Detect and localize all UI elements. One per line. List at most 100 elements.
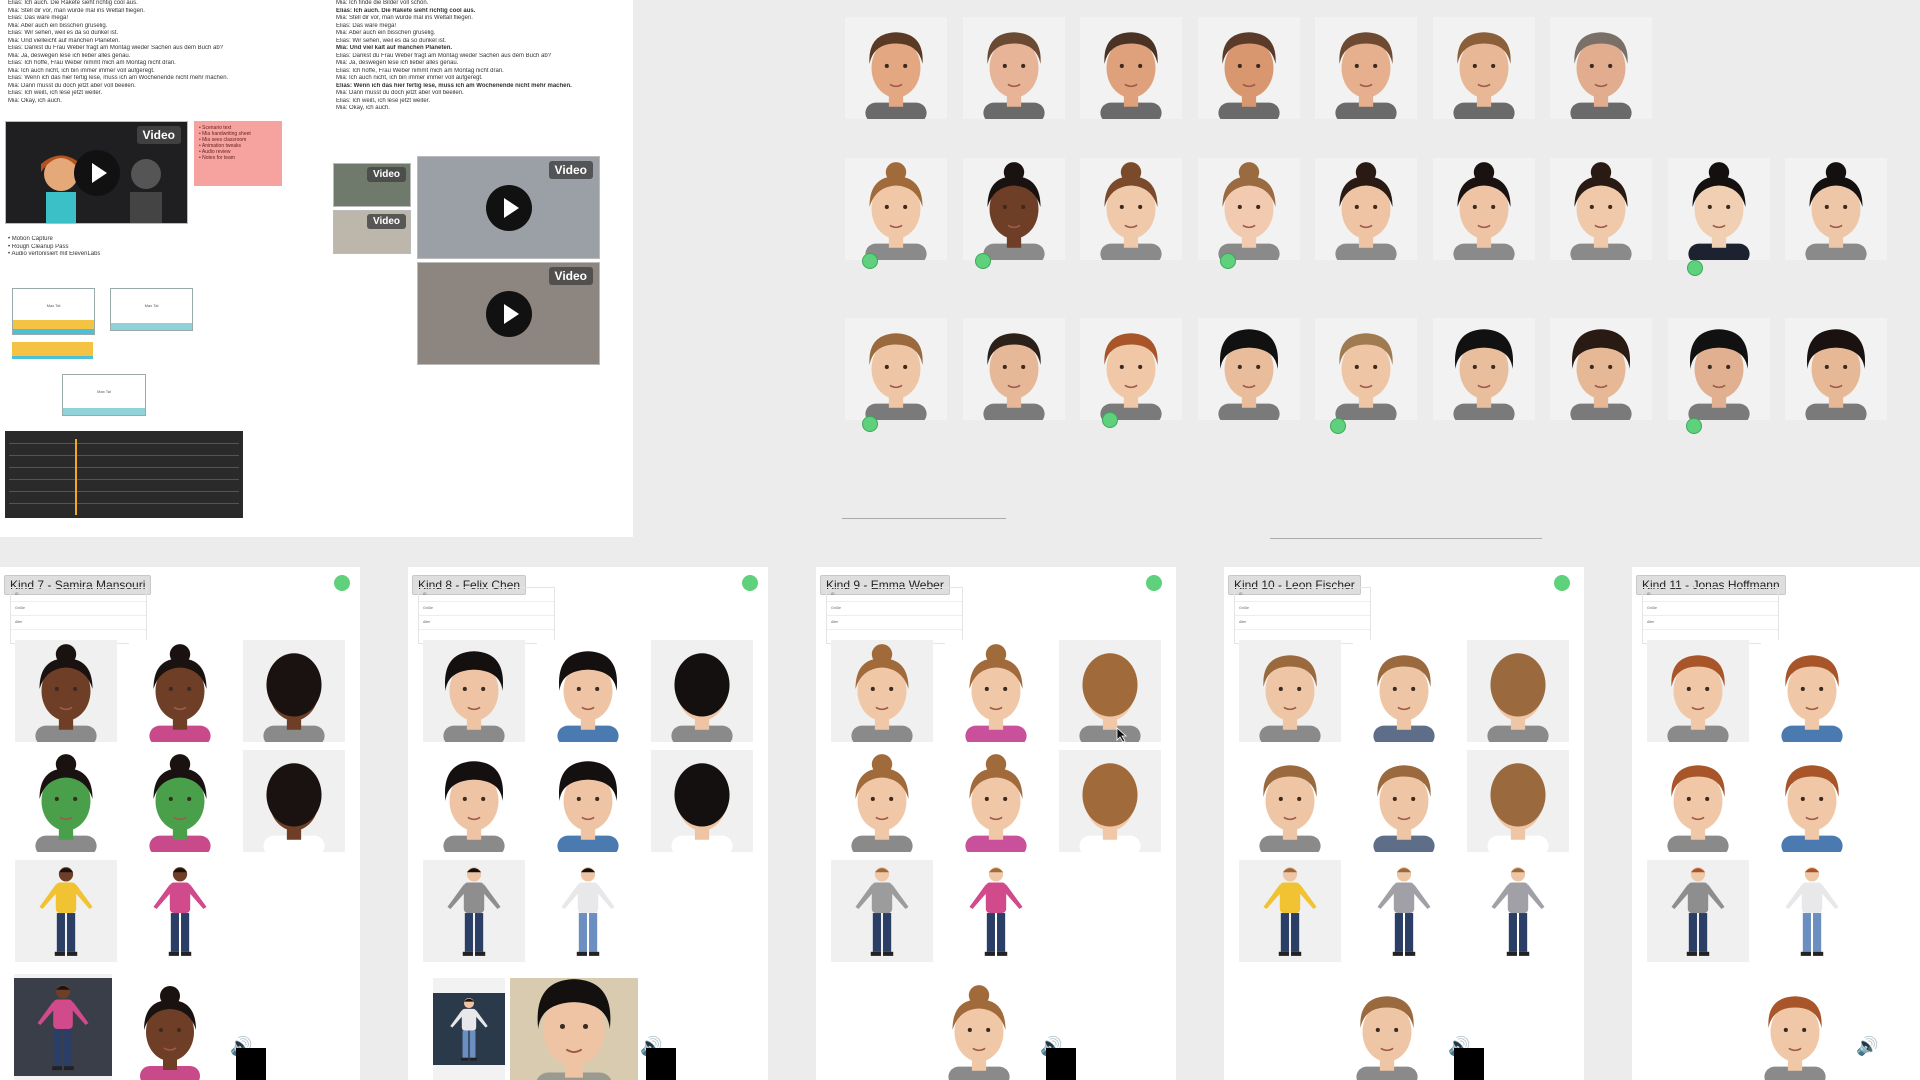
face-thumbnail[interactable] (845, 17, 947, 119)
status-dot-icon[interactable] (1687, 260, 1703, 276)
character-render-view[interactable] (1353, 640, 1455, 742)
face-thumbnail[interactable] (1080, 17, 1182, 119)
character-closeup[interactable] (1744, 984, 1846, 1080)
face-thumbnail[interactable] (1315, 17, 1417, 119)
face-thumbnail[interactable] (1667, 158, 1770, 260)
character-body-photo[interactable] (1647, 860, 1749, 962)
character-front-view[interactable] (423, 640, 525, 742)
video-small-2[interactable]: Video (333, 210, 411, 254)
character-scene-render[interactable] (14, 974, 112, 1080)
video-desk[interactable]: Video (417, 262, 600, 365)
face-thumbnail[interactable] (1197, 158, 1300, 260)
mini-window-1[interactable]: Max Tal (12, 288, 95, 335)
mini-window-3[interactable]: Max Tal (62, 374, 146, 416)
character-side-view[interactable] (831, 750, 933, 852)
face-thumbnail[interactable] (1315, 158, 1417, 260)
face-thumbnail[interactable] (1080, 318, 1182, 420)
character-front-view[interactable] (15, 640, 117, 742)
status-dot-icon[interactable] (862, 253, 878, 269)
status-dot-icon[interactable] (1330, 418, 1346, 434)
character-back-view[interactable] (651, 640, 753, 742)
playhead[interactable] (75, 439, 77, 515)
character-front-view[interactable] (1647, 640, 1749, 742)
face-thumbnail[interactable] (1197, 17, 1300, 119)
character-side-render[interactable] (129, 750, 231, 852)
play-icon[interactable] (73, 149, 120, 196)
character-body-render[interactable] (537, 860, 639, 962)
character-side-render[interactable] (1353, 750, 1455, 852)
character-body-render[interactable] (1761, 860, 1863, 962)
video-small-1[interactable]: Video (333, 163, 411, 207)
character-closeup[interactable] (120, 984, 220, 1080)
status-dot-icon[interactable] (975, 253, 991, 269)
face-thumbnail[interactable] (1785, 318, 1887, 420)
character-side-view[interactable] (1647, 750, 1749, 852)
sticky-note[interactable]: • Scenario text • Mia handwriting sheet • … (194, 121, 282, 186)
character-body-photo[interactable] (15, 860, 117, 962)
character-top-view[interactable] (651, 750, 753, 852)
speaker-icon[interactable]: 🔊 (1856, 1036, 1878, 1057)
character-body-render[interactable] (129, 860, 231, 962)
character-scene-render[interactable] (433, 978, 505, 1080)
face-thumbnail[interactable] (962, 158, 1065, 260)
play-icon[interactable] (485, 184, 532, 231)
character-side-render[interactable] (537, 750, 639, 852)
status-dot-icon[interactable] (862, 416, 878, 432)
character-back-view[interactable] (1059, 640, 1161, 742)
character-body-render[interactable] (1353, 860, 1455, 962)
character-side-render[interactable] (945, 750, 1047, 852)
face-thumbnail[interactable] (1550, 17, 1652, 119)
mini-window-2[interactable]: Max Tal (110, 288, 193, 331)
face-thumbnail[interactable] (845, 158, 947, 260)
audio-player-block[interactable] (236, 1048, 266, 1080)
character-body-photo[interactable] (831, 860, 933, 962)
face-thumbnail[interactable] (1667, 318, 1770, 420)
face-thumbnail[interactable] (1550, 318, 1652, 420)
face-thumbnail[interactable] (1197, 318, 1300, 420)
face-thumbnail[interactable] (845, 318, 947, 420)
audio-player-block[interactable] (646, 1048, 676, 1080)
character-front-view[interactable] (831, 640, 933, 742)
character-top-view[interactable] (1059, 750, 1161, 852)
character-side-view[interactable] (423, 750, 525, 852)
character-side-view[interactable] (15, 750, 117, 852)
character-render-view[interactable] (537, 640, 639, 742)
character-front-view[interactable] (1239, 640, 1341, 742)
character-closeup[interactable] (928, 984, 1030, 1080)
character-body-render[interactable] (945, 860, 1047, 962)
audio-player-block[interactable] (1454, 1048, 1484, 1080)
face-thumbnail[interactable] (1432, 318, 1535, 420)
status-dot-icon (742, 575, 758, 591)
character-top-view[interactable] (243, 750, 345, 852)
character-back-view[interactable] (243, 640, 345, 742)
face-thumbnail[interactable] (1550, 158, 1652, 260)
status-dot-icon[interactable] (1220, 253, 1236, 269)
video-label: Video (136, 126, 181, 144)
character-side-view[interactable] (1239, 750, 1341, 852)
character-top-view[interactable] (1467, 750, 1569, 852)
play-icon[interactable] (485, 290, 532, 337)
character-back-view[interactable] (1467, 640, 1569, 742)
face-thumbnail[interactable] (1315, 318, 1417, 420)
face-thumbnail[interactable] (1785, 158, 1887, 260)
face-thumbnail[interactable] (1432, 17, 1535, 119)
character-body-photo[interactable] (1239, 860, 1341, 962)
face-thumbnail[interactable] (962, 318, 1065, 420)
face-thumbnail[interactable] (962, 17, 1065, 119)
video-player-left[interactable]: Video (5, 121, 188, 224)
video-classroom[interactable]: Video (417, 156, 600, 259)
face-thumbnail[interactable] (1080, 158, 1182, 260)
character-render-view[interactable] (129, 640, 231, 742)
timeline-editor[interactable] (5, 431, 243, 518)
character-body-render-alt[interactable] (1467, 860, 1569, 962)
character-render-view[interactable] (945, 640, 1047, 742)
character-closeup[interactable] (1336, 984, 1438, 1080)
classroom-scene[interactable] (510, 978, 638, 1080)
status-dot-icon[interactable] (1102, 412, 1118, 428)
character-side-render[interactable] (1761, 750, 1863, 852)
face-thumbnail[interactable] (1432, 158, 1535, 260)
status-dot-icon[interactable] (1686, 418, 1702, 434)
audio-player-block[interactable] (1046, 1048, 1076, 1080)
character-body-photo[interactable] (423, 860, 525, 962)
character-render-view[interactable] (1761, 640, 1863, 742)
